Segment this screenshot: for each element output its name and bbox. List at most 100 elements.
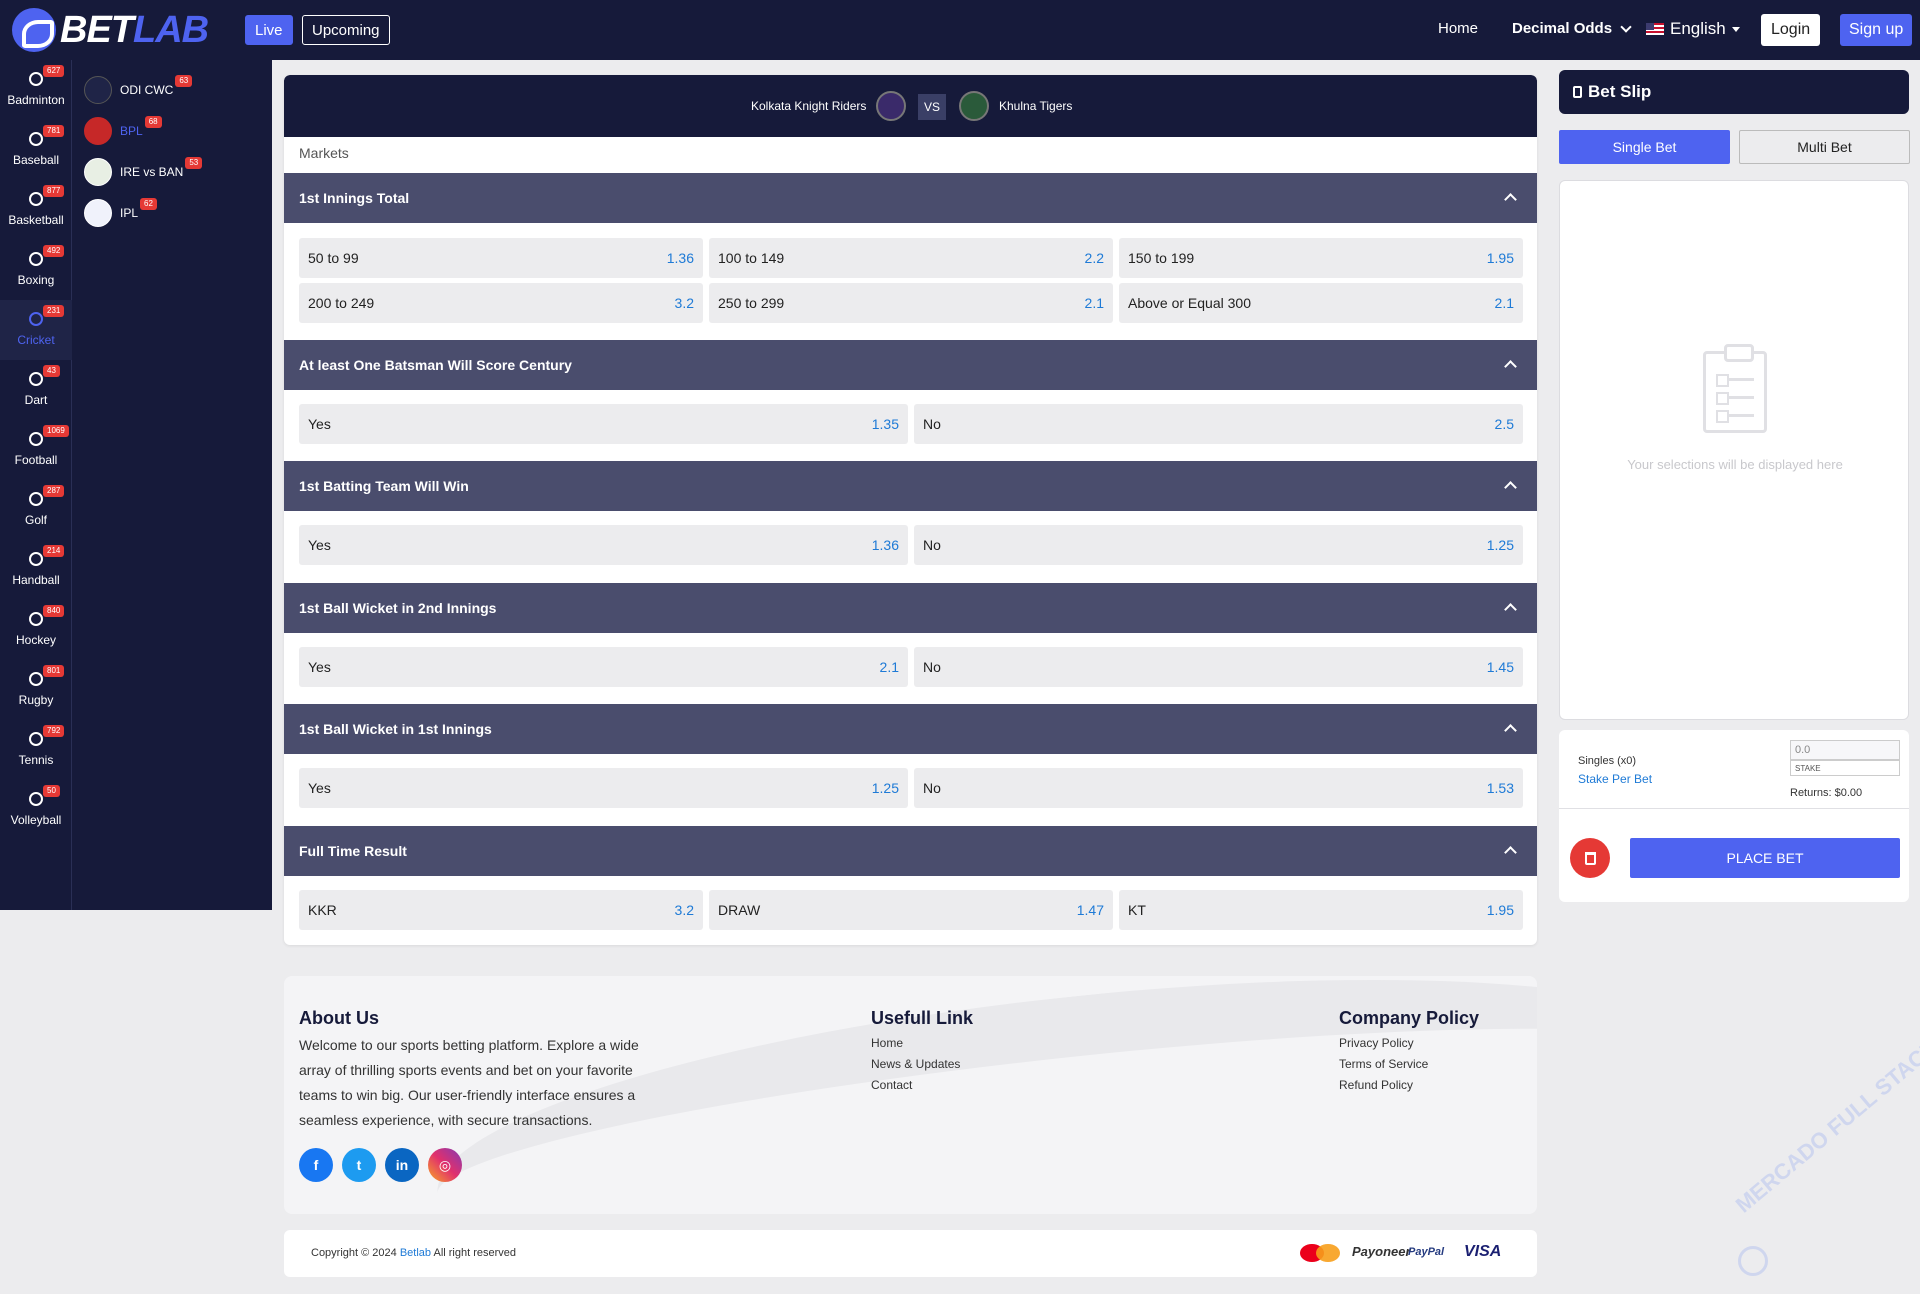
markets-label: Markets: [299, 145, 349, 161]
stake-input[interactable]: [1790, 740, 1900, 760]
tab-single-bet[interactable]: Single Bet: [1559, 130, 1730, 164]
hockey-icon: [29, 612, 43, 626]
sport-item-volleyball[interactable]: 50 Volleyball: [0, 780, 72, 840]
login-button[interactable]: Login: [1761, 14, 1821, 46]
odds-button[interactable]: No 2.5: [914, 404, 1523, 444]
sport-item-tennis[interactable]: 792 Tennis: [0, 720, 72, 780]
odds-button[interactable]: Yes 1.35: [299, 404, 908, 444]
stake-per-bet-link[interactable]: Stake Per Bet: [1578, 772, 1652, 786]
betslip-footer: Singles (x0) Stake Per Bet STAKE Returns…: [1559, 730, 1909, 902]
footer-link-privacy[interactable]: Privacy Policy: [1339, 1036, 1414, 1050]
linkedin-icon[interactable]: in: [385, 1148, 419, 1182]
odds-button[interactable]: Yes 1.25: [299, 768, 908, 808]
odds-button[interactable]: KT 1.95: [1119, 890, 1523, 930]
odds-button[interactable]: 200 to 249 3.2: [299, 283, 703, 323]
payoneer-icon: Payoneer: [1352, 1244, 1411, 1259]
sport-item-handball[interactable]: 214 Handball: [0, 540, 72, 600]
clipboard-icon: [1573, 86, 1582, 98]
chevron-up-icon[interactable]: [1504, 603, 1517, 616]
bpl-logo-icon: [84, 117, 112, 145]
golf-icon: [29, 492, 43, 506]
odds-button[interactable]: 250 to 299 2.1: [709, 283, 1113, 323]
odds-button[interactable]: Yes 1.36: [299, 525, 908, 565]
odds-button[interactable]: KKR 3.2: [299, 890, 703, 930]
footer-link-contact[interactable]: Contact: [871, 1078, 912, 1092]
brand-logo[interactable]: BETLAB: [12, 8, 209, 52]
sport-item-basketball[interactable]: 877 Basketball: [0, 180, 72, 240]
language-dropdown[interactable]: English: [1646, 19, 1740, 39]
dart-icon: [29, 372, 43, 386]
empty-clipboard-icon: [1703, 344, 1767, 433]
odds-button[interactable]: 150 to 199 1.95: [1119, 238, 1523, 278]
league-item-odi-cwc[interactable]: ODI CWC 63: [84, 75, 269, 105]
signup-button[interactable]: Sign up: [1840, 14, 1913, 46]
watermark-logo-icon: [1738, 1246, 1768, 1276]
nav-home-link[interactable]: Home: [1438, 20, 1478, 37]
sport-item-golf[interactable]: 287 Golf: [0, 480, 72, 540]
odds-button[interactable]: No 1.45: [914, 647, 1523, 687]
handball-icon: [29, 552, 43, 566]
us-flag-icon: [1646, 23, 1664, 35]
odds-button[interactable]: No 1.25: [914, 525, 1523, 565]
instagram-icon[interactable]: ◎: [428, 1148, 462, 1182]
footer-link-news[interactable]: News & Updates: [871, 1057, 960, 1071]
league-item-bpl[interactable]: BPL 68: [84, 116, 269, 146]
sport-item-cricket[interactable]: 231 Cricket: [0, 300, 72, 360]
mastercard-icon: [1300, 1244, 1340, 1262]
live-button[interactable]: Live: [245, 15, 293, 45]
tab-multi-bet[interactable]: Multi Bet: [1739, 130, 1910, 164]
cricket-icon: [29, 312, 43, 326]
sport-item-football[interactable]: 1069 Football: [0, 420, 72, 480]
boxing-glove-icon: [29, 252, 43, 266]
odds-button[interactable]: 50 to 99 1.36: [299, 238, 703, 278]
sport-item-boxing[interactable]: 492 Boxing: [0, 240, 72, 300]
market-header-century[interactable]: At least One Batsman Will Score Century: [284, 340, 1537, 390]
league-item-ire-vs-ban[interactable]: IRE vs BAN 53: [84, 157, 269, 187]
market-header-wicket-2nd-innings[interactable]: 1st Ball Wicket in 2nd Innings: [284, 583, 1537, 633]
chevron-up-icon[interactable]: [1504, 846, 1517, 859]
runner-logo-icon: [12, 8, 56, 52]
chevron-up-icon[interactable]: [1504, 193, 1517, 206]
top-navbar: BETLAB Live Upcoming Home Decimal Odds E…: [0, 0, 1920, 60]
chevron-up-icon[interactable]: [1504, 724, 1517, 737]
upcoming-button[interactable]: Upcoming: [302, 15, 390, 45]
odds-button[interactable]: No 1.53: [914, 768, 1523, 808]
footer-link-home[interactable]: Home: [871, 1036, 903, 1050]
market-header-wicket-1st-innings[interactable]: 1st Ball Wicket in 1st Innings: [284, 704, 1537, 754]
odds-button[interactable]: Yes 2.1: [299, 647, 908, 687]
twitter-icon[interactable]: t: [342, 1148, 376, 1182]
sport-item-dart[interactable]: 43 Dart: [0, 360, 72, 420]
market-header-batting-team-win[interactable]: 1st Batting Team Will Win: [284, 461, 1537, 511]
chevron-down-icon: [1620, 20, 1632, 33]
place-bet-button[interactable]: PLACE BET: [1630, 838, 1900, 878]
footer-link-refund[interactable]: Refund Policy: [1339, 1078, 1413, 1092]
footer-link-terms[interactable]: Terms of Service: [1339, 1057, 1428, 1071]
sport-item-rugby[interactable]: 801 Rugby: [0, 660, 72, 720]
volleyball-icon: [29, 792, 43, 806]
chevron-up-icon[interactable]: [1504, 360, 1517, 373]
league-item-ipl[interactable]: IPL 62: [84, 198, 269, 228]
copyright-text: Copyright © 2024 Betlab All right reserv…: [311, 1247, 517, 1259]
market-header-1st-innings-total[interactable]: 1st Innings Total: [284, 173, 1537, 223]
footer: About Us Welcome to our sports betting p…: [284, 976, 1537, 1214]
tennis-icon: [29, 732, 43, 746]
sport-item-hockey[interactable]: 840 Hockey: [0, 600, 72, 660]
odds-button[interactable]: DRAW 1.47: [709, 890, 1113, 930]
clear-betslip-button[interactable]: [1570, 838, 1610, 878]
copyright-brand-link[interactable]: Betlab: [400, 1247, 431, 1259]
sports-sidebar: 627 Badminton 781 Baseball 877 Basketball 4…: [0, 60, 72, 910]
facebook-icon[interactable]: f: [299, 1148, 333, 1182]
odds-format-dropdown[interactable]: Decimal Odds: [1512, 20, 1632, 37]
match-header: Kolkata Knight Riders VS Khulna Tigers: [284, 75, 1537, 137]
chevron-up-icon[interactable]: [1504, 481, 1517, 494]
sport-item-baseball[interactable]: 781 Baseball: [0, 120, 72, 180]
odds-button[interactable]: Above or Equal 300 2.1: [1119, 283, 1523, 323]
policy-title: Company Policy: [1339, 1008, 1480, 1028]
links-title: Usefull Link: [871, 1008, 974, 1028]
sport-item-badminton[interactable]: 627 Badminton: [0, 60, 72, 120]
odds-button[interactable]: 100 to 149 2.2: [709, 238, 1113, 278]
football-icon: [29, 432, 43, 446]
ire-vs-ban-logo-icon: [84, 158, 112, 186]
leagues-sidebar: ODI CWC 63 BPL 68 IRE vs BAN 53 IPL 62: [72, 60, 272, 910]
market-header-full-time-result[interactable]: Full Time Result: [284, 826, 1537, 876]
